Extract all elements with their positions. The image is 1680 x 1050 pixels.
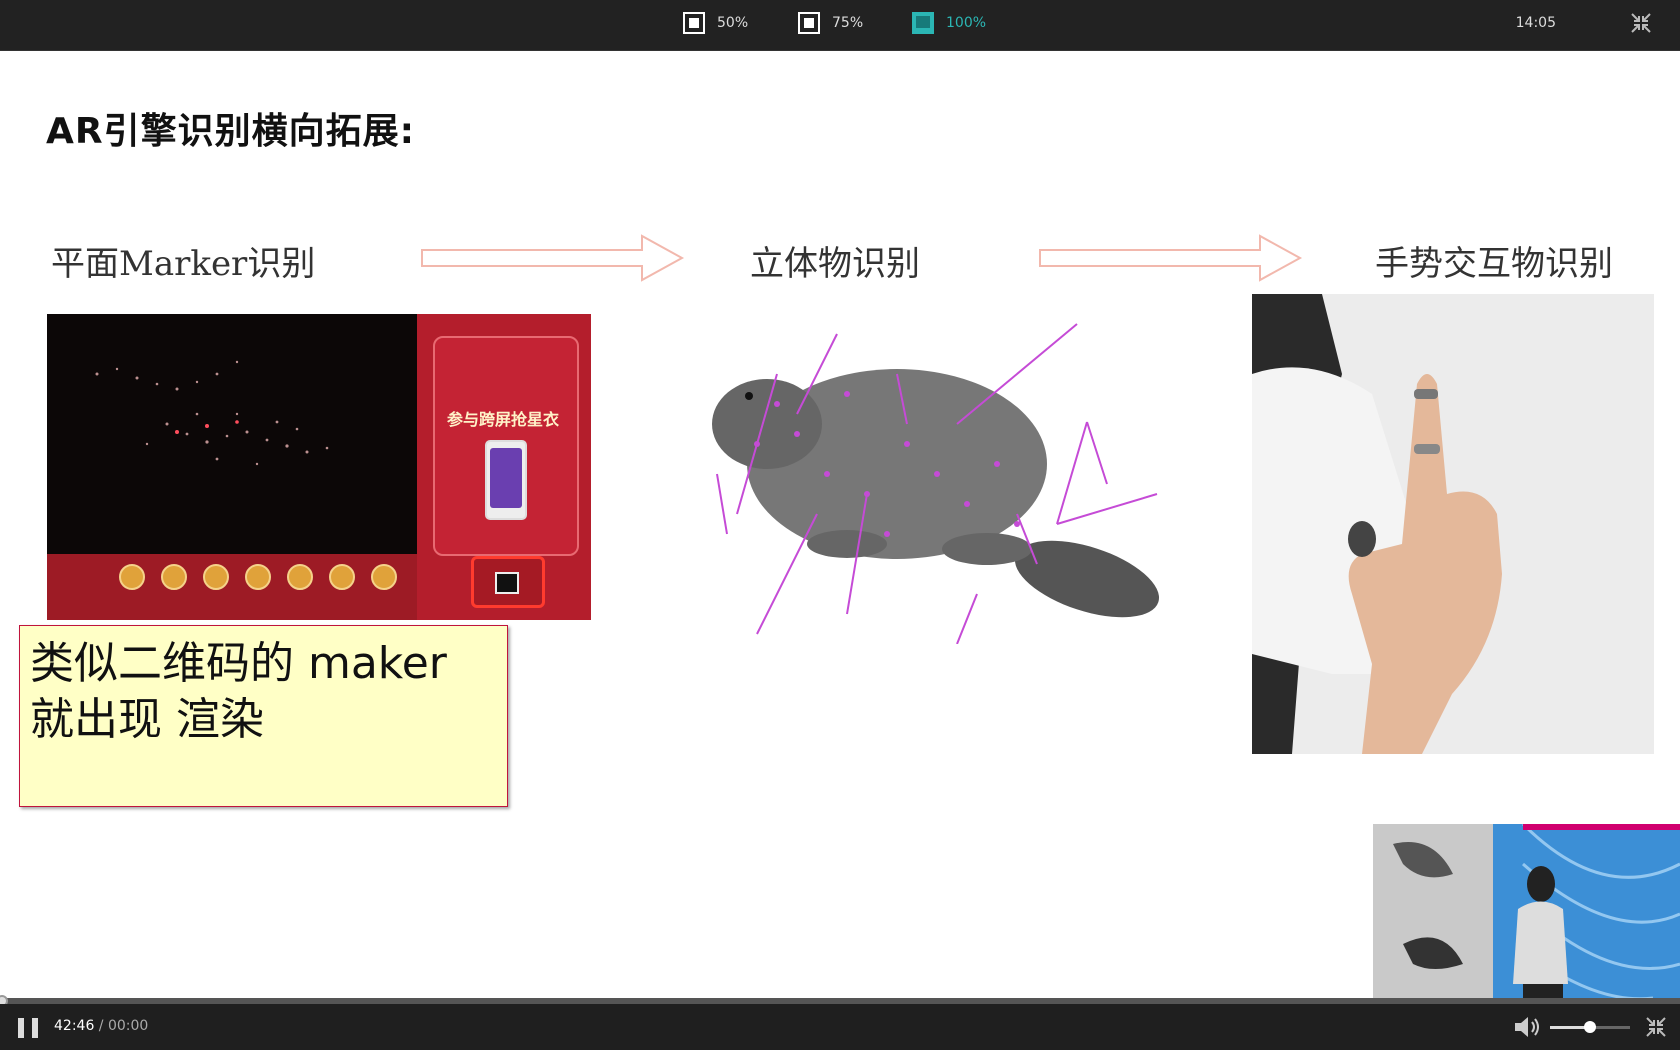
zoom-75-icon <box>798 12 820 34</box>
note-line-2: 就出现 渲染 <box>30 694 264 745</box>
time-display: 42:46 / 00:00 <box>54 1018 148 1034</box>
slide-title: AR引擎识别横向拓展: <box>46 111 415 152</box>
stage-label-planar-marker: 平面Marker识别 <box>51 244 316 284</box>
volume-icon[interactable] <box>1513 1014 1543 1040</box>
avatar-strip <box>47 554 417 620</box>
arrow-icon <box>1039 234 1303 282</box>
stage-label-3d-object: 立体物识别 <box>750 244 920 284</box>
zoom-50-icon <box>683 12 705 34</box>
duration: 00:00 <box>107 1018 149 1034</box>
player-controls: 42:46 / 00:00 <box>0 1004 1680 1050</box>
avatar <box>245 564 271 590</box>
zoom-option-75[interactable]: 75% <box>798 12 863 34</box>
speaker-image-icon <box>1373 824 1680 998</box>
zoom-option-50[interactable]: 50% <box>683 12 748 34</box>
phone-screen <box>490 448 522 508</box>
top-toolbar: 50% 75% 100% 14:05 <box>0 0 1680 51</box>
gesture-recognition-image <box>1252 294 1654 754</box>
avatar <box>119 564 145 590</box>
zoom-option-100[interactable]: 100% <box>912 12 986 34</box>
speaker-video-thumbnail[interactable] <box>1373 824 1680 998</box>
stage-label-gesture: 手势交互物识别 <box>1375 244 1613 284</box>
avatar <box>287 564 313 590</box>
promo-title: 参与跨屏抢星衣 <box>447 410 560 429</box>
clock: 14:05 <box>1515 15 1556 31</box>
3d-object-recognition-image <box>697 314 1161 645</box>
volume-handle[interactable] <box>1584 1021 1596 1033</box>
zoom-100-label: 100% <box>946 15 987 31</box>
video-player: 50% 75% 100% 14:05 AR引擎识别横向拓展: 平面Marker识… <box>0 0 1680 1050</box>
zoom-100-icon <box>912 12 934 34</box>
collapse-icon[interactable] <box>1630 12 1652 34</box>
slide-content: AR引擎识别横向拓展: 平面Marker识别 立体物识别 手势交互物识别 参与跨… <box>0 52 1680 998</box>
note-overlay: 类似二维码的 maker 就出现 渲染 <box>19 625 508 807</box>
current-time: 42:46 <box>54 1018 95 1034</box>
zoom-75-label: 75% <box>832 15 864 31</box>
note-line-1: 类似二维码的 maker <box>30 638 447 689</box>
avatar <box>329 564 355 590</box>
avatar <box>161 564 187 590</box>
time-separator: / <box>94 1018 108 1034</box>
marker-recognition-image: 参与跨屏抢星衣 <box>47 314 591 620</box>
avatar <box>371 564 397 590</box>
arrow-icon <box>421 234 685 282</box>
avatar <box>203 564 229 590</box>
hand-gesture-icon <box>1252 294 1502 754</box>
zoom-50-label: 50% <box>717 15 749 31</box>
point-cloud-icon <box>95 360 329 466</box>
beaver-icon <box>712 323 1160 645</box>
pause-icon[interactable] <box>18 1018 38 1038</box>
qr-code-icon <box>495 572 519 594</box>
collapse-icon[interactable] <box>1645 1016 1667 1038</box>
